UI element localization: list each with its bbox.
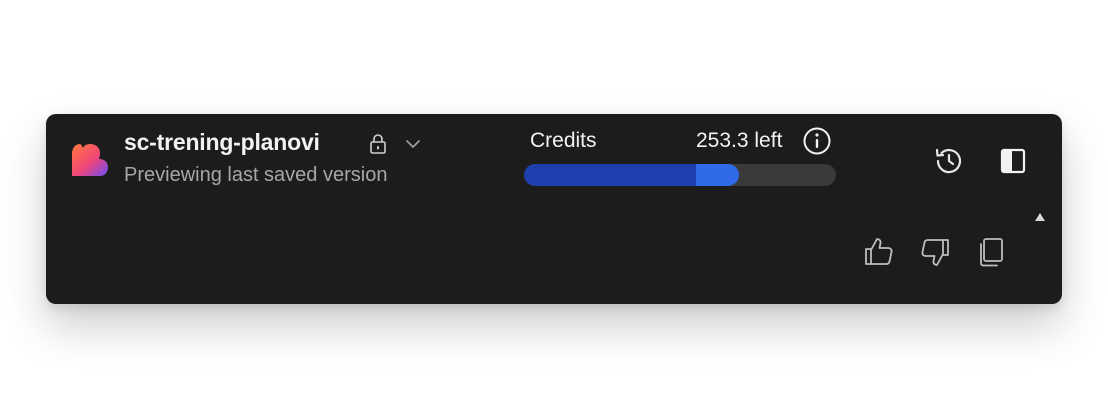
thumbs-down-icon[interactable] [918, 235, 952, 269]
credits-extra-fill [695, 164, 740, 186]
sidebar-toggle-icon[interactable] [998, 146, 1028, 176]
triangle-up-icon[interactable] [1032, 210, 1048, 224]
credits-remaining: 253.3 left [696, 129, 783, 152]
info-icon[interactable] [802, 126, 832, 156]
heart-logo-icon [72, 144, 108, 176]
preview-status-text: Previewing last saved version [124, 164, 388, 186]
history-icon[interactable] [932, 144, 966, 178]
credits-label: Credits [530, 129, 597, 152]
thumbs-up-icon[interactable] [862, 235, 896, 269]
copy-icon[interactable] [974, 235, 1008, 269]
project-name[interactable]: sc-trening-planovi [124, 129, 320, 156]
lock-icon [370, 134, 386, 154]
credits-used-fill [524, 164, 696, 186]
chevron-down-icon[interactable] [402, 133, 424, 155]
credits-progress-bar [524, 164, 836, 186]
preview-panel: sc-trening-planovi Previewing last saved… [46, 114, 1062, 304]
